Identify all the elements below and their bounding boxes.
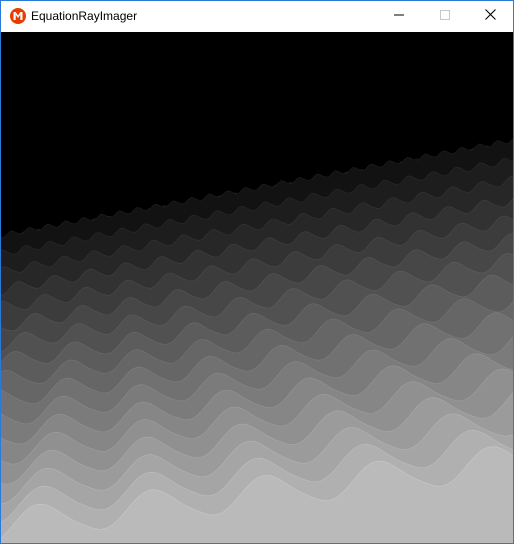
app-window: EquationRayImager [0,0,514,544]
minimize-button[interactable] [376,1,422,31]
rendered-surface [1,32,513,543]
close-icon [484,7,496,25]
maximize-button[interactable] [422,1,468,31]
render-canvas[interactable] [1,32,513,543]
monogame-icon [10,8,26,24]
close-button[interactable] [467,1,513,31]
window-title: EquationRayImager [31,9,138,23]
title-bar[interactable]: EquationRayImager [1,1,513,31]
minimize-icon [394,7,404,25]
maximize-icon [440,7,450,25]
